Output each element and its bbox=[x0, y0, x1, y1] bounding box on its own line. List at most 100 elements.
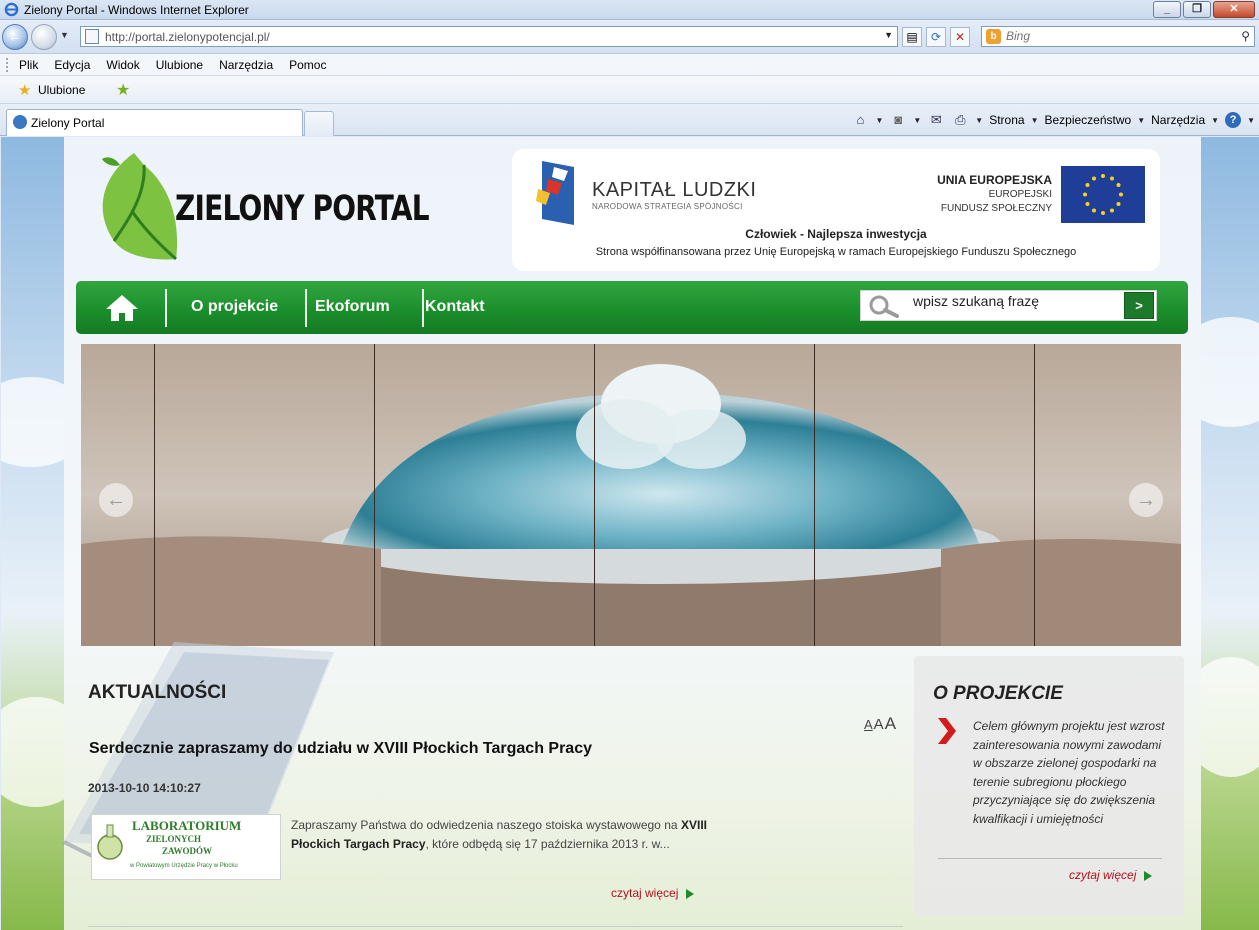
refresh-button[interactable]: ⟳ bbox=[926, 27, 946, 47]
home-nav-icon[interactable] bbox=[104, 293, 140, 323]
slider-prev-button[interactable]: ← bbox=[99, 483, 133, 517]
about-divider bbox=[938, 858, 1162, 859]
search-icon[interactable]: ⚲ bbox=[1241, 29, 1250, 43]
help-dropdown-icon[interactable]: ▼ bbox=[1247, 116, 1255, 125]
menu-item-edit[interactable]: Edycja bbox=[54, 58, 90, 72]
site-page: ZIELONY PORTAL KAPITAŁ LUDZKI NARODOWA S… bbox=[63, 137, 1201, 930]
kapital-ludzki-title: KAPITAŁ LUDZKI bbox=[592, 179, 757, 201]
stop-icon: ✕ bbox=[954, 30, 966, 44]
help-icon[interactable]: ? bbox=[1225, 112, 1242, 128]
article-excerpt: Zapraszamy Państwa do odwiedzenia naszeg… bbox=[291, 816, 707, 854]
back-button[interactable]: ← bbox=[2, 24, 28, 50]
eu-subtitle-1: EUROPEJSKI bbox=[988, 189, 1052, 200]
close-button[interactable]: ✕ bbox=[1213, 1, 1255, 18]
tab-label: Zielony Portal bbox=[31, 116, 105, 130]
site-search-button[interactable]: > bbox=[1124, 292, 1154, 319]
menu-item-help[interactable]: Pomoc bbox=[289, 58, 326, 72]
article-title-link[interactable]: Serdecznie zapraszamy do udziału w XVIII… bbox=[89, 740, 592, 758]
site-brand-title[interactable]: ZIELONY PORTAL bbox=[175, 189, 430, 229]
address-dropdown-icon[interactable]: ▼ bbox=[884, 30, 893, 40]
site-search-box: > bbox=[860, 290, 1157, 321]
play-arrow-icon bbox=[1144, 870, 1153, 881]
minimize-button[interactable]: _ bbox=[1153, 1, 1181, 18]
article-date: 2013-10-10 14:10:27 bbox=[88, 781, 201, 795]
address-field[interactable]: http://portal.zielonypotencjal.pl/ ▼ bbox=[80, 26, 898, 47]
font-size-medium[interactable]: A bbox=[874, 716, 884, 733]
about-project-box: O PROJEKCIE Celem głównym projektu jest … bbox=[914, 656, 1184, 916]
leaf-logo-icon[interactable] bbox=[84, 149, 184, 261]
font-size-large[interactable]: A bbox=[885, 714, 896, 733]
tools-dropdown-icon[interactable]: ▼ bbox=[1211, 116, 1219, 125]
eu-funding-banner: KAPITAŁ LUDZKI NARODOWA STRATEGIA SPÓJNO… bbox=[512, 149, 1160, 271]
slider-next-button[interactable]: → bbox=[1129, 483, 1163, 517]
print-icon[interactable]: ⎙ bbox=[951, 111, 969, 129]
safety-dropdown-icon[interactable]: ▼ bbox=[1137, 116, 1145, 125]
tab-zielony-portal[interactable]: Zielony Portal bbox=[6, 109, 303, 136]
about-read-more-link[interactable]: czytaj więcej bbox=[1069, 868, 1153, 882]
favorites-star-icon[interactable]: ★ bbox=[18, 81, 31, 99]
search-input[interactable] bbox=[1006, 29, 1226, 43]
eu-cofinancing-note: Strona współfinansowana przez Unię Europ… bbox=[595, 246, 1077, 258]
menu-item-tools[interactable]: Narzędzia bbox=[219, 58, 273, 72]
compatibility-view-button[interactable]: ▤ bbox=[902, 27, 922, 47]
stop-button[interactable]: ✕ bbox=[950, 27, 970, 47]
nav-item-kontakt[interactable]: Kontakt bbox=[425, 298, 485, 316]
article-read-more-link[interactable]: czytaj więcej bbox=[611, 886, 695, 900]
magnifier-icon bbox=[869, 295, 899, 318]
arrow-right-icon: → bbox=[1136, 489, 1156, 511]
main-navigation: O projekcie Ekoforum Kontakt > bbox=[76, 281, 1188, 334]
rss-feeds-icon[interactable]: ◙ bbox=[889, 111, 907, 129]
minimize-icon: _ bbox=[1163, 3, 1171, 15]
maximize-button[interactable]: ❐ bbox=[1183, 1, 1211, 18]
add-to-favorites-bar-icon[interactable]: ★ bbox=[116, 80, 130, 100]
article-thumbnail[interactable]: LABORATORIUM ZIELONYCH ZAWODÓW w Powiato… bbox=[91, 814, 281, 880]
recent-pages-dropdown[interactable]: ▼ bbox=[60, 30, 69, 40]
thumb-title-line-2: ZIELONYCH bbox=[146, 834, 202, 844]
font-size-small[interactable]: A bbox=[864, 717, 873, 732]
forward-arrow-icon: → bbox=[37, 28, 51, 44]
print-dropdown-icon[interactable]: ▼ bbox=[975, 116, 983, 125]
nav-separator bbox=[305, 289, 307, 327]
nav-separator bbox=[165, 289, 167, 327]
favorites-button[interactable]: Ulubione bbox=[38, 83, 85, 97]
home-icon[interactable]: ⌂ bbox=[851, 111, 869, 129]
home-dropdown-icon[interactable]: ▼ bbox=[875, 116, 883, 125]
forward-button[interactable]: → bbox=[31, 24, 57, 50]
safety-menu[interactable]: Bezpieczeństwo bbox=[1044, 113, 1131, 127]
nav-item-o-projekcie[interactable]: O projekcie bbox=[191, 298, 278, 316]
play-arrow-icon bbox=[686, 888, 695, 899]
url-text: http://portal.zielonypotencjal.pl/ bbox=[105, 30, 270, 44]
nav-separator bbox=[422, 289, 424, 327]
eu-motto: Człowiek - Najlepsza inwestycja bbox=[745, 227, 927, 241]
kapital-ludzki-logo-icon bbox=[536, 161, 574, 225]
page-dropdown-icon[interactable]: ▼ bbox=[1031, 116, 1039, 125]
bing-icon: b bbox=[986, 29, 1001, 44]
feeds-dropdown-icon[interactable]: ▼ bbox=[913, 116, 921, 125]
restore-icon: ❐ bbox=[1192, 3, 1202, 15]
compatibility-icon: ▤ bbox=[906, 30, 918, 44]
about-section-title: O PROJEKCIE bbox=[933, 683, 1063, 704]
thumb-title-line-3: ZAWODÓW bbox=[162, 846, 213, 856]
site-search-input[interactable] bbox=[913, 293, 1123, 309]
menu-item-favorites[interactable]: Ulubione bbox=[156, 58, 203, 72]
window-title: Zielony Portal - Windows Internet Explor… bbox=[24, 3, 249, 17]
menu-item-file[interactable]: Plik bbox=[19, 58, 38, 72]
tools-menu[interactable]: Narzędzia bbox=[1151, 113, 1205, 127]
geyser-photo bbox=[81, 344, 1181, 646]
refresh-icon: ⟳ bbox=[930, 30, 942, 44]
page-menu[interactable]: Strona bbox=[989, 113, 1024, 127]
address-toolbar: ← → ▼ http://portal.zielonypotencjal.pl/… bbox=[0, 20, 1259, 54]
nav-item-ekoforum[interactable]: Ekoforum bbox=[315, 298, 390, 316]
search-field[interactable]: b ⚲ bbox=[981, 26, 1255, 47]
read-more-label: czytaj więcej bbox=[611, 886, 679, 900]
tab-ie-icon bbox=[13, 115, 27, 129]
eu-subtitle-2: FUNDUSZ SPOŁECZNY bbox=[940, 203, 1052, 214]
slider-panel-divider bbox=[594, 344, 595, 646]
new-tab-button[interactable] bbox=[304, 111, 334, 136]
news-section-title: AKTUALNOŚCI bbox=[88, 682, 227, 703]
kapital-ludzki-subtitle: NARODOWA STRATEGIA SPÓJNOŚCI bbox=[592, 202, 743, 211]
menu-item-view[interactable]: Widok bbox=[106, 58, 139, 72]
chevron-right-icon bbox=[938, 718, 956, 744]
read-mail-icon[interactable]: ✉ bbox=[927, 111, 945, 129]
slider-panel-divider bbox=[814, 344, 815, 646]
